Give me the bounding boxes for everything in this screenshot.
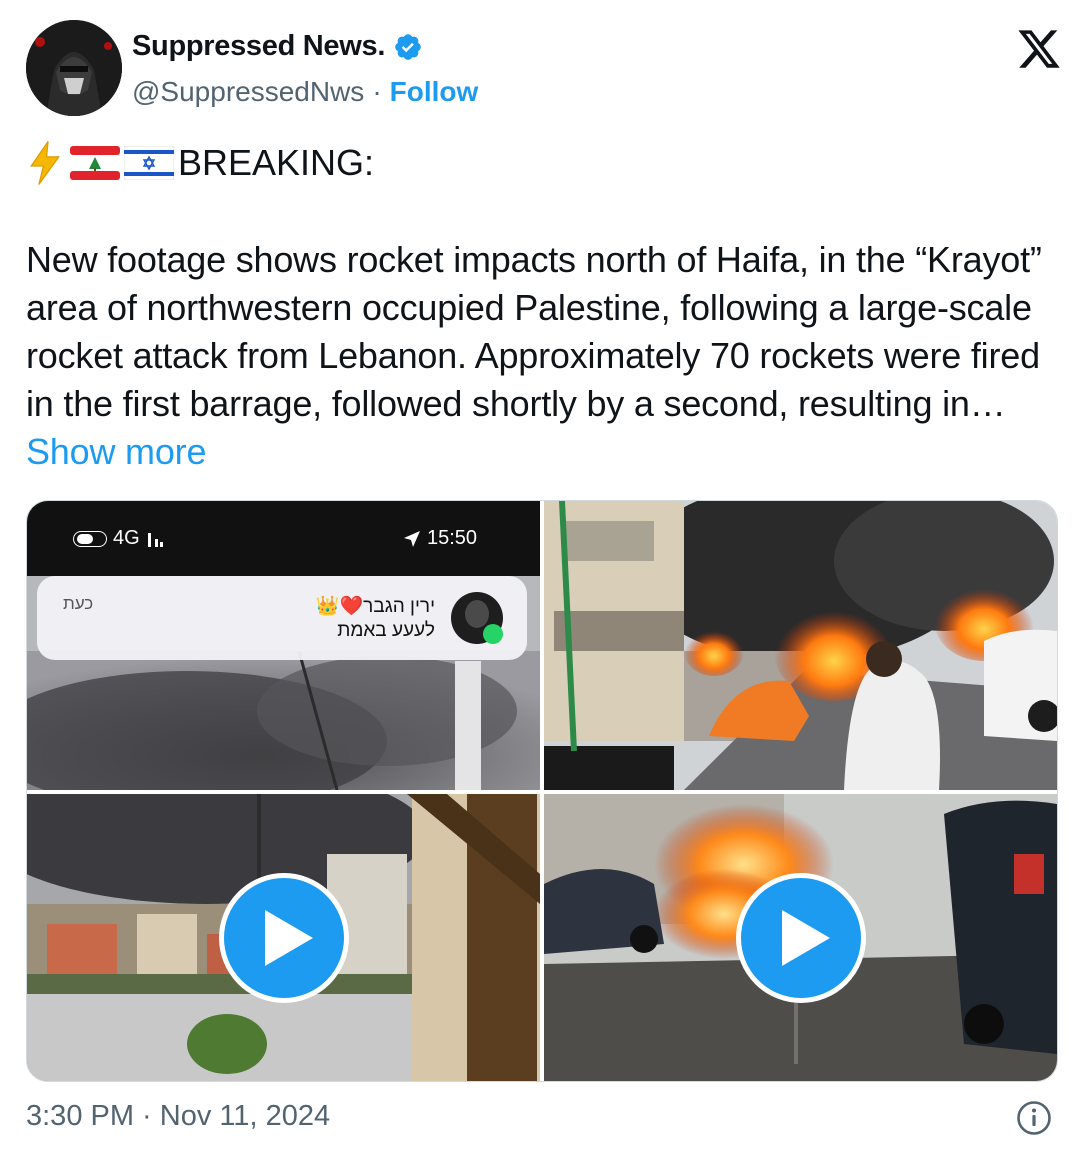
network-label: 4G [113,527,140,549]
follow-button[interactable]: Follow [390,76,479,108]
tweet-header: Suppressed News. @SuppressedNws · Follow [26,20,1064,120]
x-logo-icon[interactable] [1016,26,1062,72]
tweet-text: New footage shows rocket impacts north o… [26,239,1042,424]
location-arrow-icon [404,530,420,547]
play-button[interactable] [218,872,349,1003]
notification-card: כעת ירין הגבר❤️👑 לעעע באמת [37,576,527,660]
media-video-smoke-view[interactable] [27,794,540,1081]
play-icon [781,909,830,966]
play-icon [264,909,313,966]
media-grid: 4G 15:50 כעת ירין הגבר❤️👑 לעעע באמת [26,500,1058,1082]
verified-badge-icon [395,33,421,60]
info-icon[interactable] [1016,1100,1052,1136]
tweet-headline: BREAKING: [26,140,374,186]
phone-time: 15:50 [427,527,478,549]
show-more-link[interactable]: Show more [26,431,206,472]
lightning-icon [30,141,60,185]
timestamp[interactable]: 3:30 PM · Nov 11, 2024 [26,1100,330,1133]
handle[interactable]: @SuppressedNws [132,76,364,108]
media-video-street-fire[interactable] [544,794,1057,1081]
toggle-icon [73,530,107,547]
signal-icon [147,532,163,547]
notification-message: לעעע באמת [337,620,435,641]
lebanon-flag-icon [70,146,120,180]
tweet-body: New footage shows rocket impacts north o… [26,236,1066,476]
phone-status-bar: 4G 15:50 [27,501,540,576]
headline-text: BREAKING: [178,142,375,183]
israel-flag-icon [124,146,174,180]
play-button[interactable] [735,872,866,1003]
notification-time: כעת [63,594,94,613]
separator: · [372,76,382,107]
notification-avatar [451,592,503,644]
media-image-screenshot[interactable]: 4G 15:50 כעת ירין הגבר❤️👑 לעעע באמת [27,501,540,790]
avatar[interactable] [26,20,122,116]
display-name[interactable]: Suppressed News. [132,30,385,63]
media-image-burning-cars[interactable] [544,501,1057,790]
notification-title: ירין הגבר❤️👑 [315,596,435,617]
